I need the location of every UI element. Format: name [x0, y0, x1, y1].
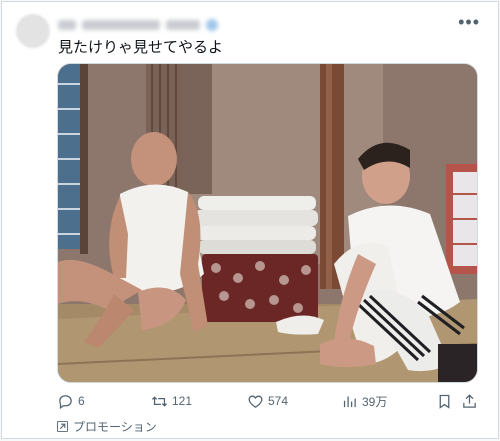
views-button[interactable]: 39万 — [341, 390, 387, 412]
repost-count: 121 — [172, 394, 193, 408]
promoted-text: プロモーション — [73, 420, 157, 434]
like-button[interactable]: 574 — [247, 390, 288, 412]
views-count: 39万 — [362, 394, 388, 409]
reply-button[interactable]: 6 — [57, 390, 85, 412]
reply-count: 6 — [78, 394, 85, 408]
author-avatar[interactable] — [16, 14, 50, 48]
repost-icon — [151, 395, 168, 407]
share-button[interactable] — [461, 390, 478, 412]
author-name-blurred[interactable] — [58, 19, 218, 31]
bookmark-icon — [439, 394, 450, 409]
verified-badge-icon — [206, 19, 218, 31]
like-count: 574 — [268, 394, 289, 408]
tweet-card[interactable]: ••• 見たけりゃ見せてやるよ 6 121 574 39万 プロモーション — [1, 1, 499, 439]
tweet-actions-bar: 6 121 574 39万 — [57, 390, 487, 412]
more-options-button[interactable]: ••• — [458, 13, 480, 31]
reply-icon — [59, 394, 72, 409]
promoted-label[interactable]: プロモーション — [57, 418, 157, 435]
tweet-text: 見たけりゃ見せてやるよ — [58, 39, 224, 56]
tweet-media-image[interactable] — [57, 63, 478, 383]
heart-icon — [248, 395, 263, 408]
bookmark-button[interactable] — [436, 390, 453, 412]
media-photo — [58, 64, 477, 382]
more-dots-icon: ••• — [458, 12, 480, 32]
promoted-arrow-icon — [57, 421, 68, 432]
views-bar-icon — [343, 396, 356, 407]
share-icon — [463, 393, 476, 408]
repost-button[interactable]: 121 — [151, 390, 192, 412]
